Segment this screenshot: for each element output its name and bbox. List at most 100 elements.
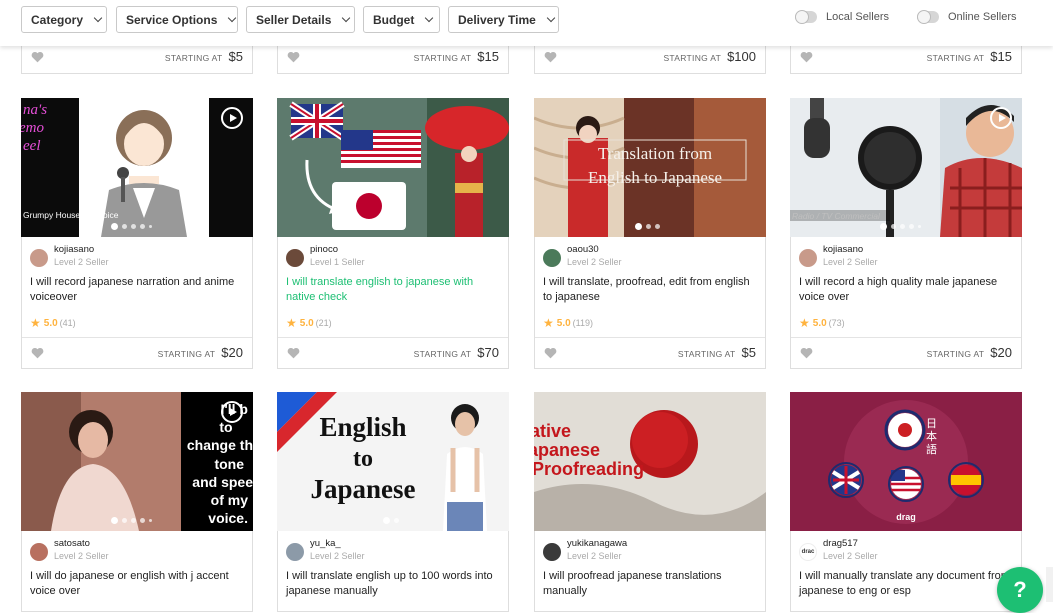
starting-at-label: STARTING AT (926, 349, 985, 359)
gig-title[interactable]: I will manually translate any document f… (799, 569, 1014, 599)
seller-name[interactable]: pinoco (310, 244, 365, 256)
online-sellers-toggle[interactable] (917, 10, 939, 24)
service-options-filter-button[interactable]: Service Options (116, 6, 238, 33)
thumb-text: change th (187, 437, 253, 453)
gig-thumbnail[interactable]: ative apanese Proofreading (534, 392, 766, 531)
play-icon[interactable] (221, 107, 243, 129)
heart-icon[interactable] (800, 51, 813, 63)
carousel-dots (111, 223, 152, 230)
gig-thumbnail[interactable]: 日 本 語 drag (790, 392, 1022, 531)
gig-card[interactable]: ative apanese Proofreading yukikanagawa … (534, 392, 766, 612)
star-icon: ★ (286, 316, 297, 330)
card-footer: STARTING AT $20 (22, 337, 252, 369)
gig-title[interactable]: I will do japanese or english with j acc… (30, 569, 245, 599)
gig-card[interactable]: I'll b to change th tone and spee of my … (21, 392, 253, 612)
chevron-down-icon (546, 13, 556, 22)
avatar[interactable] (543, 543, 561, 561)
online-sellers-toggle-group: Online Sellers (917, 10, 1017, 24)
seller-name[interactable]: yu_ka_ (310, 538, 365, 550)
gig-title[interactable]: I will translate, proofread, edit from e… (543, 275, 758, 305)
gig-title[interactable]: I will proofread japanese translations m… (543, 569, 758, 599)
local-sellers-label: Local Sellers (826, 11, 889, 23)
heart-icon[interactable] (31, 347, 44, 359)
starting-at-label: STARTING AT (663, 53, 722, 63)
filter-bar: Category Service Options Seller Details … (0, 0, 1053, 46)
seller-name[interactable]: satosato (54, 538, 109, 550)
heart-icon[interactable] (31, 51, 44, 63)
seller-level: Level 2 Seller (567, 551, 622, 561)
rating-count: (73) (828, 318, 845, 328)
avatar[interactable] (286, 543, 304, 561)
heart-icon[interactable] (800, 347, 813, 359)
thumb-text: na's (23, 102, 47, 118)
local-sellers-toggle[interactable] (795, 10, 817, 24)
gig-thumbnail[interactable] (277, 98, 509, 237)
thumb-text: eel (23, 138, 40, 154)
heart-icon[interactable] (287, 51, 300, 63)
service-options-filter-label: Service Options (126, 12, 218, 27)
avatar[interactable] (799, 249, 817, 267)
avatar[interactable] (286, 249, 304, 267)
play-icon[interactable] (990, 107, 1012, 129)
category-filter-button[interactable]: Category (21, 6, 107, 33)
heart-icon[interactable] (287, 347, 300, 359)
avatar[interactable]: drac (799, 543, 817, 561)
price: $20 (221, 345, 243, 360)
thumb-text: 語 (926, 442, 937, 456)
gig-thumbnail[interactable]: I'll b to change th tone and spee of my … (21, 392, 253, 531)
thumb-text: English (319, 412, 406, 442)
thumb-text: Proofreading (534, 459, 644, 479)
gig-thumbnail[interactable]: na's emo eel Grumpy Housewife Voice (21, 98, 253, 237)
gig-card[interactable]: Translation from English to Japanese oao… (534, 98, 766, 369)
online-sellers-label: Online Sellers (948, 11, 1017, 23)
chevron-down-icon (342, 13, 351, 22)
gig-card[interactable]: na's emo eel Grumpy Housewife Voice koji… (21, 98, 253, 369)
carousel-dots (635, 223, 660, 230)
gig-thumbnail[interactable]: English to Japanese (277, 392, 509, 531)
seller-name[interactable]: kojiasano (54, 244, 109, 256)
gig-title[interactable]: I will record japanese narration and ani… (30, 275, 245, 305)
seller-info: kojiasano Level 2 Seller (30, 244, 109, 269)
gig-thumbnail[interactable]: Translation from English to Japanese (534, 98, 766, 237)
gig-title[interactable]: I will record a high quality male japane… (799, 275, 1014, 305)
thumb-caption: Translation from (598, 144, 712, 163)
budget-filter-button[interactable]: Budget (363, 6, 440, 33)
gig-title[interactable]: I will translate english up to 100 words… (286, 569, 501, 599)
gig-card[interactable]: pinoco Level 1 Seller I will translate e… (277, 98, 509, 369)
seller-info: yu_ka_ Level 2 Seller (286, 538, 365, 563)
card-footer: STARTING AT $5 (535, 337, 765, 369)
rating-score: 5.0 (43, 317, 58, 329)
seller-name[interactable]: drag517 (823, 538, 878, 550)
avatar[interactable] (30, 249, 48, 267)
thumb-text: tone (214, 456, 244, 472)
rating-score: 5.0 (299, 317, 314, 329)
seller-name[interactable]: kojiasano (823, 244, 878, 256)
delivery-time-filter-label: Delivery Time (458, 12, 536, 27)
thumb-text: 日 (926, 417, 937, 430)
play-icon[interactable] (221, 401, 243, 423)
gig-card[interactable]: English to Japanese yu_ka_ Level 2 Selle… (277, 392, 509, 612)
heart-icon[interactable] (544, 347, 557, 359)
gig-thumbnail[interactable]: Radio / TV Commercial (790, 98, 1022, 237)
star-icon: ★ (30, 316, 41, 330)
delivery-time-filter-button[interactable]: Delivery Time (448, 6, 559, 33)
card-footer: STARTING AT $70 (278, 337, 508, 369)
seller-level: Level 1 Seller (310, 257, 365, 267)
seller-name[interactable]: oaou30 (567, 244, 622, 256)
seller-level: Level 2 Seller (54, 257, 109, 267)
price: $100 (727, 49, 756, 64)
gig-card[interactable]: 日 本 語 drag drac drag517 Level 2 Seller I… (790, 392, 1022, 612)
avatar[interactable] (543, 249, 561, 267)
seller-name[interactable]: yukikanagawa (567, 538, 627, 550)
gig-title[interactable]: I will translate english to japanese wit… (286, 275, 501, 305)
heart-icon[interactable] (544, 51, 557, 63)
carousel-dots (111, 517, 152, 524)
seller-level: Level 2 Seller (310, 551, 365, 561)
seller-details-filter-button[interactable]: Seller Details (246, 6, 355, 33)
gig-card[interactable]: Radio / TV Commercial kojiasano Level 2 … (790, 98, 1022, 369)
seller-level: Level 2 Seller (54, 551, 109, 561)
avatar[interactable] (30, 543, 48, 561)
local-sellers-toggle-group: Local Sellers (795, 10, 889, 24)
chevron-down-icon (228, 13, 237, 22)
help-button[interactable]: ? (997, 567, 1043, 613)
